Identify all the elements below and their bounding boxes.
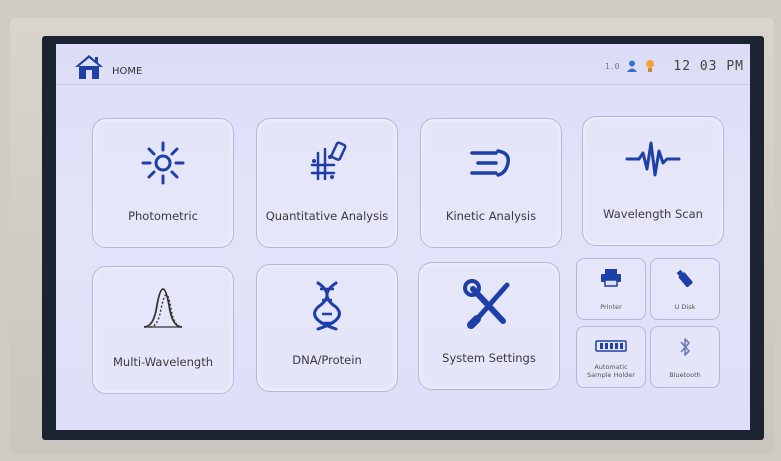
- bluetooth-tile[interactable]: Bluetooth: [650, 326, 720, 388]
- photometric-tile[interactable]: Photometric: [92, 118, 234, 248]
- usb-drive-icon: [676, 269, 693, 288]
- automatic-sample-holder-tile[interactable]: Automatic Sample Holder: [576, 326, 646, 388]
- printer-icon: [601, 269, 621, 287]
- touch-screen: HOME 1.0 12 03 PM Photometric Quantitati…: [56, 44, 750, 430]
- sample-holder-label-line2: Sample Holder: [587, 371, 635, 379]
- top-bar: HOME 1.0 12 03 PM: [56, 44, 750, 85]
- multi-wavelength-label: Multi-Wavelength: [112, 355, 213, 369]
- multi-wavelength-tile[interactable]: Multi-Wavelength: [92, 266, 234, 394]
- quantitative-analysis-label: Quantitative Analysis: [265, 209, 389, 223]
- sample-holder-label-line1: Automatic: [594, 363, 628, 371]
- test-tube-rack-icon: [310, 141, 347, 181]
- lamp-icon: [646, 60, 655, 72]
- quantitative-analysis-tile[interactable]: Quantitative Analysis: [256, 118, 398, 248]
- printer-label: Printer: [600, 303, 622, 311]
- status-area: 1.0 12 03 PM: [605, 58, 744, 74]
- printer-tile[interactable]: Printer: [576, 258, 646, 320]
- waveform-icon: [625, 141, 681, 177]
- clock: 12 03 PM: [673, 58, 744, 74]
- kinetic-analysis-label: Kinetic Analysis: [445, 209, 537, 223]
- system-settings-label: System Settings: [442, 351, 536, 365]
- dna-icon: [313, 281, 341, 331]
- dna-protein-tile[interactable]: DNA/Protein: [256, 264, 398, 392]
- sun-icon: [141, 141, 185, 185]
- u-disk-tile[interactable]: U Disk: [650, 258, 720, 320]
- bluetooth-label: Bluetooth: [669, 371, 701, 379]
- sample-holder-label: Automatic Sample Holder: [577, 363, 645, 379]
- system-settings-tile[interactable]: System Settings: [418, 262, 560, 390]
- wrench-screwdriver-icon: [463, 279, 510, 329]
- home-icon[interactable]: [74, 54, 104, 80]
- wavelength-scan-tile[interactable]: Wavelength Scan: [582, 116, 724, 246]
- usb-status-indicator: 1.0: [604, 61, 620, 71]
- sample-holder-icon: [595, 340, 627, 352]
- bluetooth-icon: [680, 338, 690, 356]
- photometric-label: Photometric: [128, 209, 198, 223]
- user-icon: [627, 60, 638, 72]
- home-label[interactable]: HOME: [112, 66, 142, 77]
- bell-curve-icon: [143, 288, 183, 328]
- dna-protein-label: DNA/Protein: [292, 353, 362, 367]
- u-disk-label: U Disk: [674, 303, 696, 311]
- wavelength-scan-label: Wavelength Scan: [603, 207, 703, 221]
- kinetic-icon: [470, 149, 511, 177]
- kinetic-analysis-tile[interactable]: Kinetic Analysis: [420, 118, 562, 248]
